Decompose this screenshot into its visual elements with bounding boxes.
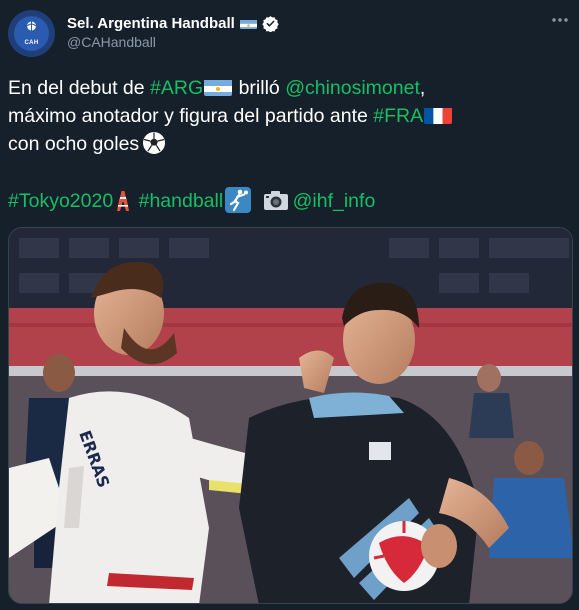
tweet-text-segment: con ocho goles xyxy=(8,133,140,155)
author-name[interactable]: Sel. Argentina Handball xyxy=(67,15,235,32)
mention-chinosimonet[interactable]: @chinosimonet xyxy=(285,77,420,99)
hashtag-tokyo2020[interactable]: #Tokyo2020 xyxy=(8,190,113,212)
tweet-line-2: máximo anotador y figura del partido ant… xyxy=(8,102,573,130)
tweet-line-3: con ocho goles xyxy=(8,130,573,158)
tweet-card: CAH Sel. Argentina Handball @CAHandball … xyxy=(0,0,579,610)
tweet-text-segment: brilló xyxy=(233,77,286,99)
tweet-text-segment: En del debut de xyxy=(8,77,151,99)
argentina-flag-icon xyxy=(239,18,257,29)
tweet-line-1: En del debut de #ARG brilló @chinosimone… xyxy=(8,74,573,102)
tweet-text: En del debut de #ARG brilló @chinosimone… xyxy=(8,74,573,214)
tweet-text-segment: , xyxy=(419,77,426,99)
argentina-flag-emoji-icon xyxy=(204,78,233,96)
avatar[interactable]: CAH xyxy=(8,10,55,57)
tweet-line-5: #Tokyo2020 #handball @ihf_info xyxy=(8,186,573,214)
hashtag-arg[interactable]: #ARG xyxy=(150,77,203,99)
tweet-photo[interactable]: ERRAS xyxy=(8,227,573,604)
handball-player-icon xyxy=(225,187,252,213)
more-options-icon[interactable] xyxy=(549,12,571,28)
tokyo-tower-icon xyxy=(117,187,130,211)
tweet-line-4-blank xyxy=(8,158,573,186)
mention-ihf-info[interactable]: @ihf_info xyxy=(293,190,376,212)
handball-match-photo: ERRAS xyxy=(9,228,572,603)
france-flag-emoji-icon xyxy=(424,106,453,124)
author-name-row: Sel. Argentina Handball xyxy=(67,13,279,33)
avatar-handball-icon xyxy=(26,21,37,31)
soccer-ball-icon xyxy=(143,132,166,154)
camera-icon xyxy=(263,191,288,210)
verified-badge-icon xyxy=(262,15,279,32)
hashtag-handball[interactable]: #handball xyxy=(139,190,224,212)
avatar-text: CAH xyxy=(24,40,39,46)
author-handle[interactable]: @CAHandball xyxy=(67,34,156,50)
hashtag-fra[interactable]: #FRA xyxy=(373,105,423,127)
tweet-text-segment: máximo anotador y figura del partido ant… xyxy=(8,105,374,127)
